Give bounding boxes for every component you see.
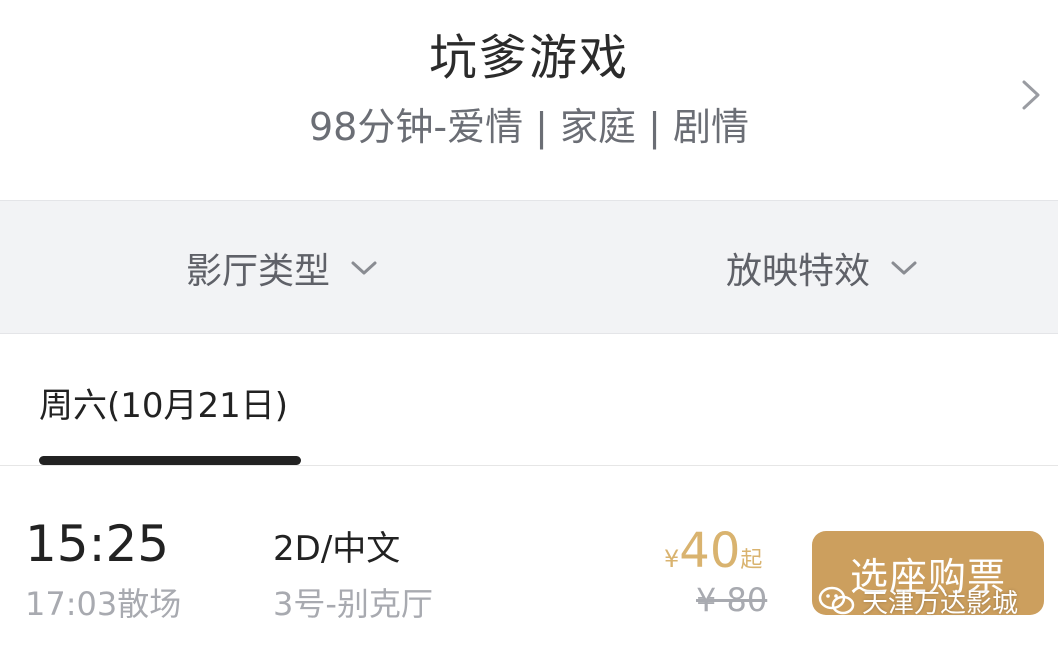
session-row[interactable]: 15:25 17:03散场 2D/中文 3号-别克厅 ¥40起 ¥ 80 选座购… <box>0 467 1058 647</box>
watermark-text: 天津万达影城 <box>862 588 1019 619</box>
chevron-down-icon <box>891 261 917 275</box>
price-suffix: 起 <box>740 548 763 573</box>
hall-type-label: 影厅类型 <box>186 251 331 292</box>
date-tabs: 周六(10月21日) <box>0 334 1058 466</box>
chevron-down-icon <box>351 261 377 275</box>
movie-header[interactable]: 坑爹游戏 98分钟-爱情 | 家庭 | 剧情 <box>0 0 1058 200</box>
session-start-time: 15:25 <box>25 515 170 573</box>
screening-effect-label: 放映特效 <box>726 251 871 292</box>
movie-meta: 98分钟-爱情 | 家庭 | 剧情 <box>309 105 749 149</box>
wechat-icon <box>818 586 855 615</box>
movie-title: 坑爹游戏 <box>428 30 629 86</box>
tab-active-indicator <box>39 456 301 465</box>
watermark: 天津万达影城 <box>818 581 1018 621</box>
price-value: 40 <box>679 523 741 579</box>
filter-bar: 影厅类型 放映特效 <box>0 200 1058 334</box>
original-price: ¥ 80 <box>696 581 768 619</box>
price-currency: ¥ <box>664 545 680 573</box>
current-price: ¥40起 <box>664 523 762 579</box>
session-version: 2D/中文 <box>273 529 401 569</box>
chevron-right-icon[interactable] <box>1014 78 1048 112</box>
hall-type-filter[interactable]: 影厅类型 <box>186 201 378 335</box>
session-end-time: 17:03散场 <box>25 585 182 623</box>
tab-date-selected[interactable]: 周六(10月21日) <box>39 378 288 427</box>
session-hall: 3号-别克厅 <box>273 585 433 623</box>
screening-effect-filter[interactable]: 放映特效 <box>726 201 918 335</box>
